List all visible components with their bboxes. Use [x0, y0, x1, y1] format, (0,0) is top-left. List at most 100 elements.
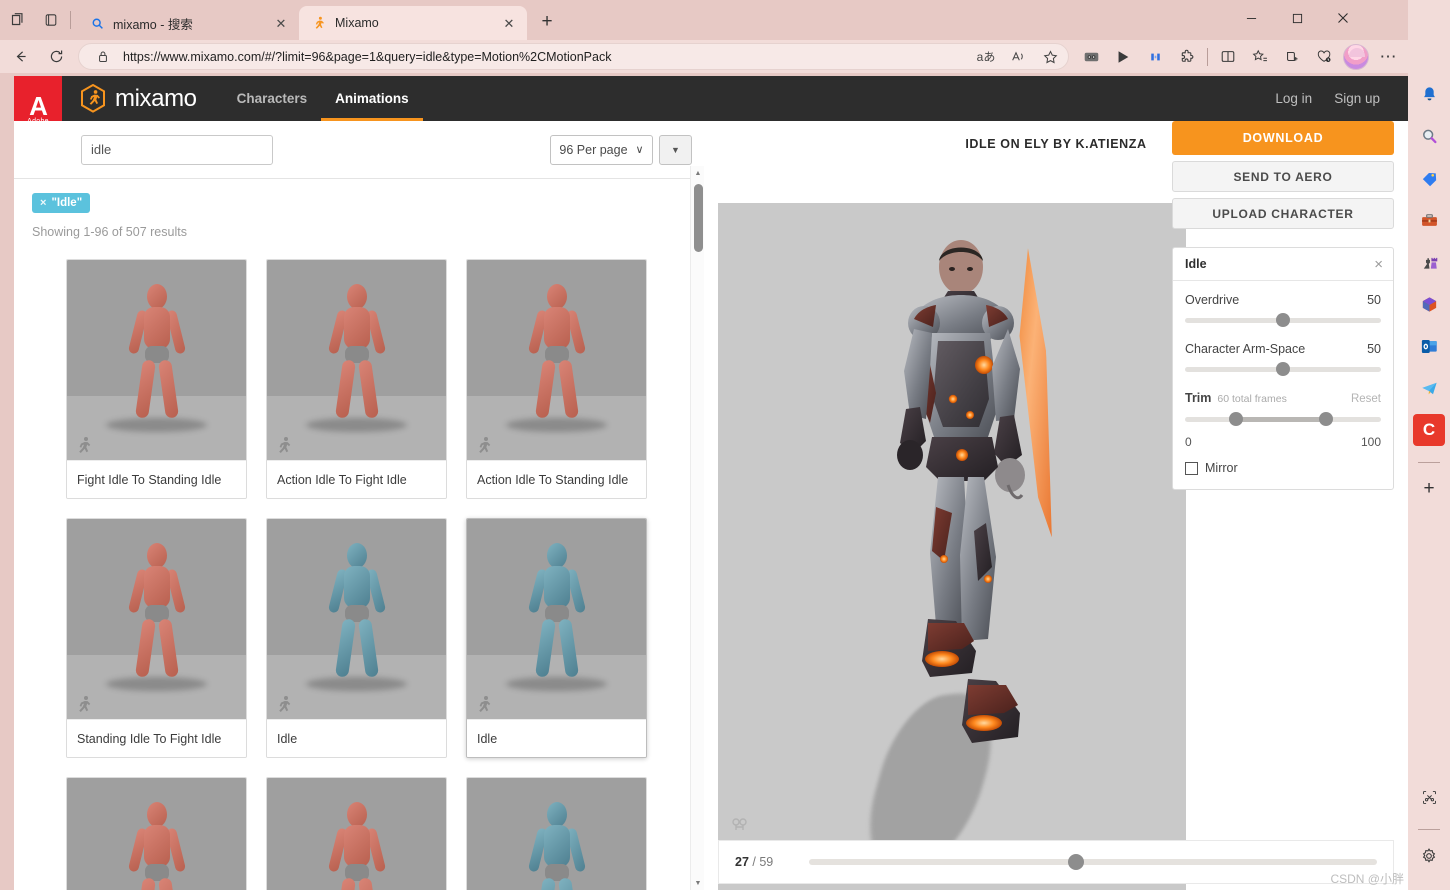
tab-actions-icon[interactable] [0, 0, 34, 40]
telegram-icon[interactable] [1413, 372, 1445, 404]
animation-card[interactable]: Action Idle To Standing Idle [466, 259, 647, 499]
slider-knob[interactable] [1276, 313, 1290, 327]
nav-animations[interactable]: Animations [321, 76, 423, 121]
favorites-icon[interactable] [1244, 42, 1276, 72]
mirror-checkbox[interactable] [1185, 461, 1198, 475]
overdrive-value: 50 [1367, 293, 1381, 307]
add-to-collections-icon[interactable] [1276, 42, 1308, 72]
animation-card[interactable] [66, 777, 247, 890]
trim-range-fill [1235, 417, 1327, 422]
settings-gear-icon[interactable] [1413, 840, 1445, 872]
filter-chip-idle[interactable]: × "Idle" [32, 193, 91, 213]
search-input[interactable] [81, 134, 273, 165]
outlook-icon[interactable] [1413, 330, 1445, 362]
playback-slider[interactable] [809, 854, 1377, 870]
animation-card[interactable]: Standing Idle To Fight Idle [66, 518, 247, 758]
web-page: mixamo Characters Animations Log in Sign… [14, 76, 1408, 890]
signup-link[interactable]: Sign up [1334, 91, 1380, 106]
nav-characters[interactable]: Characters [223, 76, 322, 121]
per-page-select[interactable]: 96 Per page ∨ [550, 134, 653, 165]
translate-icon[interactable]: aあ [974, 45, 998, 69]
copilot-c-icon[interactable]: C [1413, 414, 1445, 446]
card-thumbnail [67, 260, 246, 460]
playback-bar: 27 / 59 [718, 840, 1394, 884]
animation-card[interactable]: Idle [266, 518, 447, 758]
collections-icon[interactable] [1139, 42, 1171, 72]
close-button[interactable] [1320, 0, 1366, 36]
search-icon[interactable] [1413, 120, 1445, 152]
office-icon[interactable] [1413, 288, 1445, 320]
address-bar[interactable]: https://www.mixamo.com/#/?limit=96&page=… [78, 43, 1069, 70]
mannequin-figure [111, 284, 203, 424]
split-screen-icon[interactable] [1075, 42, 1107, 72]
refresh-button[interactable] [40, 42, 72, 72]
profile-avatar[interactable] [1343, 43, 1369, 70]
trim-knob-right[interactable] [1319, 412, 1334, 426]
back-button[interactable] [4, 42, 36, 72]
new-tab-button[interactable]: + [533, 8, 561, 36]
arm-space-slider[interactable] [1185, 362, 1381, 376]
tab-close-icon[interactable]: ✕ [271, 13, 291, 33]
trim-reset-button[interactable]: Reset [1351, 393, 1381, 405]
running-person-icon [475, 695, 493, 713]
mannequin-figure [311, 802, 403, 890]
overdrive-slider[interactable] [1185, 313, 1381, 327]
filter-button[interactable]: ▼ [659, 134, 692, 165]
trim-knob-left[interactable] [1228, 412, 1243, 426]
more-options-icon[interactable]: ⋯ [1372, 42, 1404, 72]
tab-mixamo[interactable]: Mixamo ✕ [299, 6, 527, 40]
card-thumbnail [467, 778, 646, 890]
animation-card[interactable]: Action Idle To Fight Idle [266, 259, 447, 499]
animation-card[interactable]: Fight Idle To Standing Idle [66, 259, 247, 499]
scrollbar-thumb[interactable] [694, 184, 703, 252]
download-button[interactable]: DOWNLOAD [1172, 121, 1394, 155]
3d-viewport[interactable] [718, 203, 1186, 890]
animation-card[interactable] [466, 777, 647, 890]
screenshot-capture-icon[interactable] [1413, 781, 1445, 813]
results-count: Showing 1-96 of 507 results [32, 225, 187, 239]
sidebar-add-button[interactable]: + [1413, 473, 1445, 505]
active-filters: × "Idle" [14, 179, 690, 213]
read-aloud-icon[interactable] [1006, 45, 1030, 69]
playback-knob[interactable] [1067, 854, 1084, 870]
scroll-up-arrow[interactable]: ▲ [691, 166, 705, 180]
play-icon[interactable] [1107, 42, 1139, 72]
running-person-icon [275, 695, 293, 713]
window-controls [1228, 0, 1366, 36]
card-thumbnail [467, 260, 646, 460]
shopping-tag-icon[interactable] [1413, 162, 1445, 194]
upload-character-button[interactable]: UPLOAD CHARACTER [1172, 198, 1394, 229]
maximize-button[interactable] [1274, 0, 1320, 36]
tab-title: mixamo - 搜索 [113, 17, 193, 32]
games-icon[interactable] [1413, 246, 1445, 278]
login-link[interactable]: Log in [1275, 91, 1312, 106]
extensions-icon[interactable] [1171, 42, 1203, 72]
add-favorite-icon[interactable] [1038, 45, 1062, 69]
copilot-heart-icon[interactable] [1308, 42, 1340, 72]
mirror-row[interactable]: Mirror [1185, 461, 1381, 475]
browser-essentials-icon[interactable] [1212, 42, 1244, 72]
preview-column: IDLE ON ELY BY K.ATIENZA DOWNLOAD SEND T… [704, 121, 1408, 890]
notifications-bell-icon[interactable] [1413, 78, 1445, 110]
mixamo-brand[interactable]: mixamo [80, 83, 197, 113]
tab-mixamo-search[interactable]: mixamo - 搜索 ✕ [77, 6, 299, 40]
tab-close-icon[interactable]: ✕ [499, 13, 519, 33]
overdrive-label: Overdrive [1185, 293, 1240, 307]
tools-briefcase-icon[interactable] [1413, 204, 1445, 236]
animation-card-selected[interactable]: Idle [466, 518, 647, 758]
minimize-button[interactable] [1228, 0, 1274, 36]
trim-slider[interactable] [1185, 412, 1381, 426]
mannequin-figure [511, 284, 603, 424]
card-label: Action Idle To Standing Idle [467, 460, 646, 498]
card-thumbnail [67, 778, 246, 890]
mannequin-figure [511, 802, 603, 890]
results-scrollbar[interactable]: ▲ ▼ [690, 166, 704, 890]
scroll-down-arrow[interactable]: ▼ [691, 876, 705, 890]
send-to-aero-button[interactable]: SEND TO AERO [1172, 161, 1394, 192]
mannequin-figure [511, 543, 603, 683]
animation-card[interactable] [266, 777, 447, 890]
slider-knob[interactable] [1276, 362, 1290, 376]
tab-list-icon[interactable] [34, 0, 68, 40]
remove-filter-icon[interactable]: × [40, 197, 46, 209]
close-icon[interactable]: × [1374, 257, 1383, 272]
